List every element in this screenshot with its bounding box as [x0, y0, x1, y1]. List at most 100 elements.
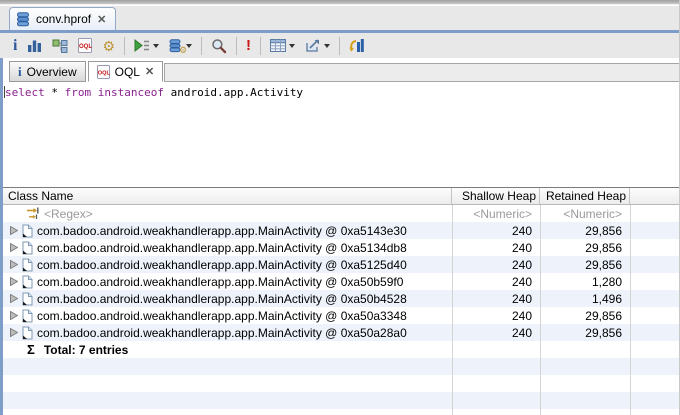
- tabbar-filler: [164, 63, 679, 82]
- expander-icon[interactable]: [10, 277, 18, 286]
- table-row[interactable]: com.badoo.android.weakhandlerapp.app.Mai…: [3, 239, 679, 256]
- tab-oql-label: OQL: [114, 64, 140, 79]
- retained-heap-value: 29,856: [585, 325, 622, 340]
- run-report-icon: [134, 38, 150, 53]
- query-text: [91, 86, 98, 99]
- dominator-tree-button[interactable]: [47, 35, 73, 57]
- toolbar: i OQL ⚙ ⚙ !: [0, 33, 679, 58]
- close-icon[interactable]: ✕: [97, 13, 106, 26]
- gear-button[interactable]: ⚙: [97, 35, 120, 57]
- object-icon: [22, 309, 33, 323]
- export-icon: [305, 38, 321, 53]
- table-row[interactable]: com.badoo.android.weakhandlerapp.app.Mai…: [3, 222, 679, 239]
- expander-icon[interactable]: [10, 260, 18, 269]
- sigma-icon: Σ: [27, 342, 35, 357]
- expander-icon[interactable]: [10, 294, 18, 303]
- retained-heap-value: 1,280: [591, 274, 622, 289]
- heap-dump-icon: [16, 11, 30, 27]
- retained-heap-value: 29,856: [585, 308, 622, 323]
- filter-retained-input[interactable]: <Numeric>: [540, 207, 630, 221]
- object-icon: [22, 292, 33, 306]
- expander-icon[interactable]: [10, 328, 18, 337]
- retained-heap-value: 1,496: [591, 291, 622, 306]
- result-table: Class Name Shallow Heap Retained Heap <R…: [3, 187, 679, 415]
- histogram-icon: [27, 38, 42, 53]
- export-button[interactable]: [300, 35, 335, 57]
- toolbar-separator: [236, 36, 238, 55]
- object-icon: [22, 258, 33, 272]
- retained-heap-value: 29,856: [585, 223, 622, 238]
- chevron-down-icon[interactable]: [153, 43, 160, 48]
- histogram-button[interactable]: [22, 35, 47, 57]
- shallow-heap-value: 240: [511, 274, 532, 289]
- filter-shallow-input[interactable]: <Numeric>: [452, 207, 540, 221]
- heap-queries-icon: ⚙: [169, 38, 187, 55]
- retained-heap-value: 29,856: [585, 240, 622, 255]
- search-button[interactable]: [206, 35, 232, 57]
- gear-icon: ⚙: [102, 37, 116, 54]
- total-label: Total: 7 entries: [43, 342, 129, 357]
- error-icon: !: [246, 37, 252, 54]
- calculator-button[interactable]: [265, 35, 300, 57]
- chevron-down-icon[interactable]: [289, 43, 296, 48]
- toolbar-separator: [201, 36, 203, 55]
- object-label: com.badoo.android.weakhandlerapp.app.Mai…: [37, 274, 404, 289]
- query-keyword: select: [5, 86, 45, 99]
- query-keyword: instanceof: [97, 86, 164, 99]
- heap-queries-button[interactable]: ⚙: [164, 35, 197, 57]
- column-header-shallow-heap[interactable]: Shallow Heap: [452, 188, 540, 204]
- column-divider: [540, 205, 541, 415]
- column-header-retained-heap[interactable]: Retained Heap: [540, 188, 630, 204]
- table-row[interactable]: com.badoo.android.weakhandlerapp.app.Mai…: [3, 273, 679, 290]
- search-icon: [211, 38, 227, 54]
- run-report-button[interactable]: [129, 35, 164, 57]
- svg-text:OQL: OQL: [97, 70, 109, 76]
- tab-title: conv.hprof: [36, 12, 92, 26]
- expander-icon[interactable]: [10, 311, 18, 320]
- refresh-retained-sizes-button[interactable]: [344, 35, 369, 57]
- tab-oql[interactable]: OQL OQL ✕: [87, 61, 164, 82]
- query-text: *: [44, 86, 65, 99]
- tab-overview[interactable]: i Overview: [9, 61, 86, 82]
- object-label: com.badoo.android.weakhandlerapp.app.Mai…: [37, 240, 407, 255]
- object-label: com.badoo.android.weakhandlerapp.app.Mai…: [37, 325, 407, 340]
- query-keyword: from: [64, 86, 92, 99]
- toolbar-separator: [260, 36, 262, 55]
- dominator-tree-icon: [52, 38, 68, 54]
- object-label: com.badoo.android.weakhandlerapp.app.Mai…: [37, 257, 407, 272]
- shallow-heap-value: 240: [511, 257, 532, 272]
- tab-overview-label: Overview: [26, 64, 77, 79]
- overview-info-button[interactable]: i: [8, 35, 22, 57]
- object-label: com.badoo.android.weakhandlerapp.app.Mai…: [37, 223, 407, 238]
- heap-editor: i Overview OQL OQL ✕ select * from insta…: [0, 58, 679, 415]
- error-button[interactable]: !: [241, 35, 256, 57]
- retained-heap-value: 29,856: [585, 257, 622, 272]
- tab-heap-dump[interactable]: conv.hprof ✕: [9, 7, 117, 30]
- table-header: Class Name Shallow Heap Retained Heap: [3, 188, 679, 205]
- shallow-heap-value: 240: [511, 223, 532, 238]
- total-row: Σ Total: 7 entries: [3, 341, 679, 358]
- filter-regex-input[interactable]: <Regex>: [44, 207, 93, 221]
- close-icon[interactable]: ✕: [145, 65, 154, 78]
- expander-icon[interactable]: [10, 243, 18, 252]
- pane-tabbar: i Overview OQL OQL ✕: [3, 58, 679, 82]
- shallow-heap-value: 240: [511, 291, 532, 306]
- oql-button[interactable]: OQL: [73, 35, 97, 57]
- object-icon: [22, 224, 33, 238]
- svg-text:OQL: OQL: [79, 44, 92, 50]
- table-row[interactable]: com.badoo.android.weakhandlerapp.app.Mai…: [3, 256, 679, 273]
- oql-query-editor[interactable]: select * from instanceof android.app.Act…: [3, 82, 679, 187]
- chevron-down-icon[interactable]: [324, 43, 331, 48]
- object-label: com.badoo.android.weakhandlerapp.app.Mai…: [37, 308, 407, 323]
- mini-gear-icon: ⚙: [178, 44, 188, 55]
- query-text: android.app.Activity: [163, 86, 304, 99]
- memory-analyzer-window: conv.hprof ✕ i OQL ⚙ ⚙ ! i Overview OQL …: [0, 0, 680, 415]
- toolbar-separator: [124, 36, 126, 55]
- table-row[interactable]: com.badoo.android.weakhandlerapp.app.Mai…: [3, 324, 679, 341]
- column-header-empty: [630, 188, 679, 204]
- info-icon: i: [13, 36, 18, 54]
- table-row[interactable]: com.badoo.android.weakhandlerapp.app.Mai…: [3, 307, 679, 324]
- expander-icon[interactable]: [10, 226, 18, 235]
- column-header-class-name[interactable]: Class Name: [3, 188, 452, 204]
- table-row[interactable]: com.badoo.android.weakhandlerapp.app.Mai…: [3, 290, 679, 307]
